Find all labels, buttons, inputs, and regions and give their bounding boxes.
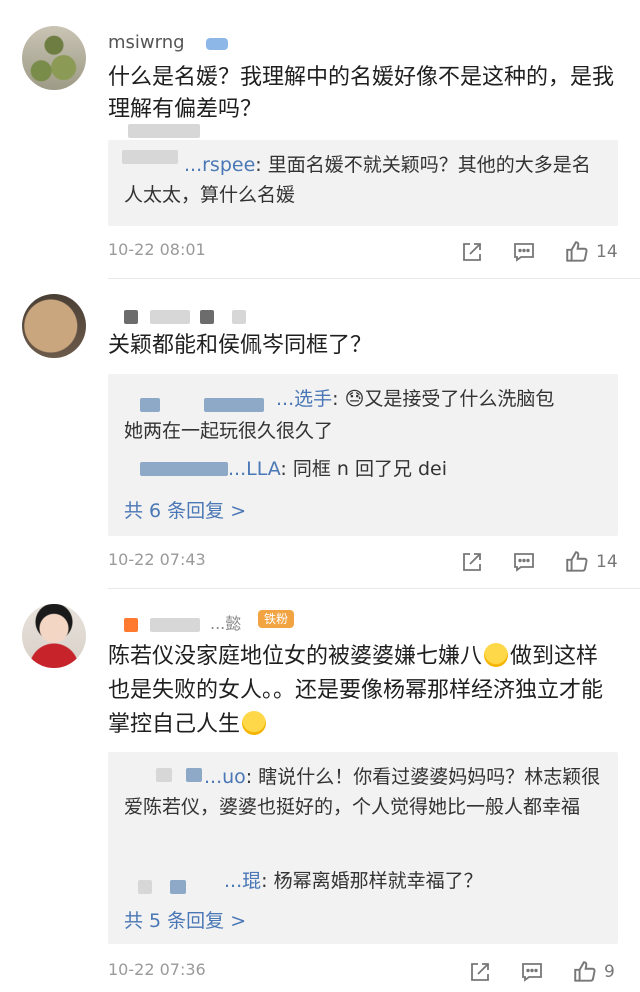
reply-line: ...琨: 杨幂离婚那样就幸福了？ bbox=[124, 866, 606, 896]
like-button[interactable]: 14 bbox=[564, 548, 618, 576]
laughing-crying-emoji-icon bbox=[484, 643, 509, 667]
username[interactable]: msiwrng bbox=[108, 32, 185, 53]
thinking-emoji-icon bbox=[242, 711, 267, 735]
timestamp: 10-22 07:36 bbox=[108, 960, 206, 979]
redacted-block bbox=[150, 618, 200, 632]
comment-button[interactable] bbox=[512, 548, 536, 576]
like-button[interactable]: 14 bbox=[564, 238, 618, 266]
reply-line-continued: 她两在一起玩很久很久了 bbox=[124, 420, 334, 442]
fan-badge: 铁粉 bbox=[258, 610, 295, 628]
share-button[interactable] bbox=[460, 238, 484, 266]
comment-footer: 10-22 08:01 14 bbox=[108, 238, 620, 266]
comment-button[interactable] bbox=[520, 958, 544, 986]
username[interactable]: ...懿 bbox=[210, 610, 241, 634]
more-replies-link[interactable]: 共 6 条回复 > bbox=[124, 496, 246, 523]
divider bbox=[108, 278, 640, 279]
redacted-block bbox=[128, 124, 200, 138]
reply-line: ...uo: 瞎说什么！你看过婆婆妈妈吗？林志颖很爱陈若仪，婆婆也挺好的，个人觉… bbox=[124, 762, 606, 822]
reply-username[interactable]: ...uo bbox=[204, 766, 246, 788]
redacted-block bbox=[200, 310, 214, 324]
redacted-block bbox=[124, 310, 138, 324]
comment-text: 什么是名媛？我理解中的名媛好像不是这种的，是我理解有偏差吗？ bbox=[108, 65, 615, 122]
comment-button[interactable] bbox=[512, 238, 536, 266]
comment-icon bbox=[520, 960, 544, 984]
thumbs-up-icon bbox=[564, 239, 590, 265]
comment-text-part: 陈若仪没家庭地位女的被婆婆嫌七嫌八 bbox=[108, 644, 483, 669]
redacted-block bbox=[232, 310, 246, 324]
share-button[interactable] bbox=[468, 958, 492, 986]
reply-text: : 瞎说什么！你看过婆婆妈妈吗？林志颖很爱陈若仪，婆婆也挺好的，个人觉得她比一般… bbox=[124, 766, 601, 818]
reply-text: : 😓又是接受了什么洗脑包 bbox=[332, 388, 555, 410]
reply-text: : 同框 n 回了兄 dei bbox=[280, 458, 448, 480]
share-icon bbox=[468, 960, 492, 984]
timestamp: 10-22 07:43 bbox=[108, 550, 206, 569]
reply-box[interactable]: ...选手: 😓又是接受了什么洗脑包 她两在一起玩很久很久了 ...LLA: 同… bbox=[108, 374, 618, 536]
reply-username[interactable]: ...选手 bbox=[276, 388, 332, 410]
share-icon bbox=[460, 240, 484, 264]
like-count: 14 bbox=[596, 242, 618, 262]
comment-footer: 10-22 07:36 9 bbox=[108, 958, 620, 986]
avatar[interactable] bbox=[22, 604, 86, 668]
share-icon bbox=[460, 550, 484, 574]
reply-username[interactable]: ...LLA bbox=[228, 458, 280, 480]
top-edge bbox=[0, 0, 640, 14]
redacted-block bbox=[150, 310, 190, 324]
comment-text: 陈若仪没家庭地位女的被婆婆嫌七嫌八 做到这样也是失败的女人。。还是要像杨幂那样经济… bbox=[108, 640, 620, 742]
more-replies-link[interactable]: 共 5 条回复 > bbox=[124, 906, 246, 933]
reply-text: : 杨幂离婚那样就幸福了？ bbox=[261, 870, 483, 892]
share-button[interactable] bbox=[460, 548, 484, 576]
thumbs-up-icon bbox=[572, 959, 598, 985]
like-count: 14 bbox=[596, 552, 618, 572]
reply-username[interactable]: ...琨 bbox=[224, 870, 261, 892]
reply-box[interactable]: ...rspee: 里面名媛不就关颖吗？其他的大多是名人太太，算什么名媛 bbox=[108, 140, 618, 226]
divider bbox=[108, 588, 640, 589]
timestamp: 10-22 08:01 bbox=[108, 240, 206, 259]
reply-line: ...LLA: 同框 n 回了兄 dei bbox=[124, 454, 606, 484]
avatar[interactable] bbox=[22, 294, 86, 358]
reply-line: ...rspee: 里面名媛不就关颖吗？其他的大多是名人太太，算什么名媛 bbox=[124, 150, 606, 210]
comment-icon bbox=[512, 240, 536, 264]
comment-text: 关颖都能和侯佩岑同框了？ bbox=[108, 333, 373, 358]
member-badge-icon bbox=[206, 38, 228, 50]
thumbs-up-icon bbox=[564, 549, 590, 575]
like-button[interactable]: 9 bbox=[572, 958, 615, 986]
avatar[interactable] bbox=[22, 26, 86, 90]
reply-line: ...选手: 😓又是接受了什么洗脑包 bbox=[124, 384, 606, 414]
like-count: 9 bbox=[604, 962, 615, 982]
comment-icon bbox=[512, 550, 536, 574]
reply-username[interactable]: ...rspee bbox=[184, 154, 255, 176]
comment-footer: 10-22 07:43 14 bbox=[108, 548, 620, 576]
redacted-block bbox=[124, 618, 138, 632]
reply-box[interactable]: ...uo: 瞎说什么！你看过婆婆妈妈吗？林志颖很爱陈若仪，婆婆也挺好的，个人觉… bbox=[108, 752, 618, 944]
